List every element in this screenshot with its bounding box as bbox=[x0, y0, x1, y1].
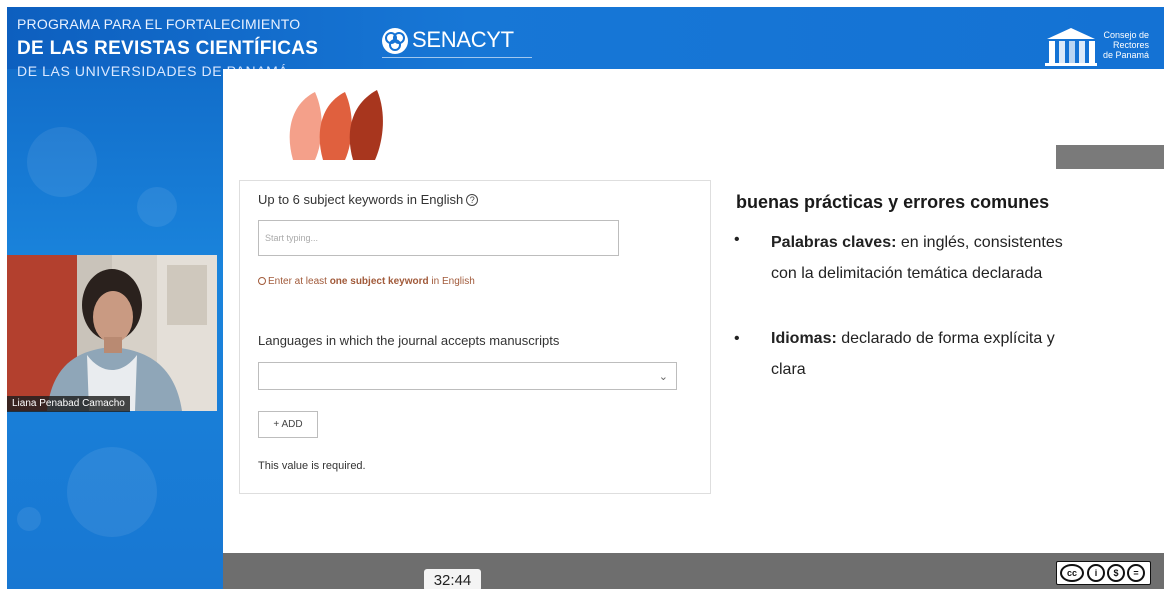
program-title-line2: DE LAS REVISTAS CIENTÍFICAS bbox=[17, 38, 319, 59]
practices-title: buenas prácticas y errores comunes bbox=[736, 192, 1050, 212]
help-circle-icon[interactable]: ? bbox=[466, 194, 479, 206]
video-frame: PROGRAMA PARA EL FORTALECIMIENTO DE LAS … bbox=[0, 0, 1164, 589]
bullet-icon: • bbox=[734, 231, 740, 248]
practice-item-keywords: Palabras claves: en inglés, consistentes… bbox=[771, 234, 1063, 282]
languages-select[interactable]: ⌄ bbox=[258, 362, 677, 390]
bottom-bar bbox=[223, 553, 1164, 589]
participant-name-label: Liana Penabad Camacho bbox=[7, 396, 130, 412]
top-banner: PROGRAMA PARA EL FORTALECIMIENTO DE LAS … bbox=[7, 7, 1164, 69]
program-title-line1: PROGRAMA PARA EL FORTALECIMIENTO bbox=[17, 16, 301, 32]
senacyt-logo-text: SENACYT bbox=[412, 27, 514, 52]
consejo-logo-text: Consejo de Rectores de Panamá bbox=[1103, 30, 1150, 60]
chevron-down-icon: ⌄ bbox=[658, 371, 668, 383]
creative-commons-icon: cc i $ = bbox=[1056, 561, 1151, 585]
participant-video bbox=[7, 255, 217, 411]
bullet-icon: • bbox=[734, 330, 740, 347]
practice-item-languages: Idiomas: declarado de forma explícita y … bbox=[771, 330, 1055, 378]
slide-accent-bar bbox=[1056, 145, 1164, 169]
keywords-input[interactable] bbox=[258, 220, 619, 256]
consejo-rectores-logo: Consejo de Rectores de Panamá bbox=[1043, 25, 1164, 69]
slide: Up to 6 subject keywords in English? Ent… bbox=[223, 69, 1164, 553]
journal-logo bbox=[289, 90, 383, 160]
add-button[interactable]: + ADD bbox=[258, 411, 318, 438]
keywords-error: Enter at least one subject keyword in En… bbox=[258, 276, 475, 287]
required-note: This value is required. bbox=[258, 460, 366, 472]
error-circle-icon bbox=[258, 277, 266, 285]
timestamp-badge: 32:44 bbox=[424, 569, 481, 589]
keywords-label: Up to 6 subject keywords in English? bbox=[258, 192, 479, 207]
journal-form-card: Up to 6 subject keywords in English? Ent… bbox=[239, 180, 711, 494]
senacyt-logo: SENACYT bbox=[380, 24, 540, 70]
languages-label: Languages in which the journal accepts m… bbox=[258, 333, 560, 348]
